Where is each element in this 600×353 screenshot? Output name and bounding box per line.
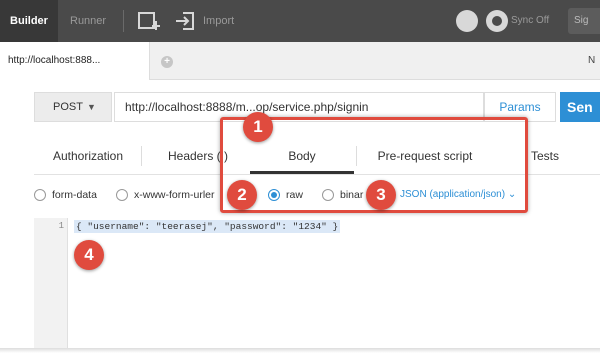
import-icon[interactable] — [175, 11, 197, 31]
sign-in-button[interactable]: Sig — [568, 8, 600, 34]
step-2-badge: 2 — [227, 180, 257, 210]
add-tab-icon[interactable]: + — [161, 56, 173, 68]
method-label: POST — [53, 101, 83, 113]
new-window-icon[interactable] — [138, 12, 160, 31]
toolbar-divider — [123, 10, 124, 32]
builder-tab[interactable]: Builder — [0, 0, 58, 42]
line-number: 1 — [58, 221, 64, 231]
runner-tab[interactable]: Runner — [70, 0, 106, 42]
step-4-badge: 4 — [74, 240, 104, 270]
tabbar-right-label[interactable]: N — [588, 55, 595, 66]
radio-urlencoded[interactable] — [116, 189, 128, 201]
step-3-badge: 3 — [366, 180, 396, 210]
send-button[interactable]: Sen — [560, 92, 600, 122]
request-tab-bar: http://localhost:888... + N — [0, 42, 600, 80]
step-1-badge: 1 — [243, 112, 273, 142]
tab-authorization[interactable]: Authorization — [40, 140, 136, 174]
code-line[interactable]: { "username": "teerasej", "password": "1… — [74, 220, 341, 233]
top-toolbar: Builder Runner Import Sync Off Sig — [0, 0, 600, 42]
line-gutter: 1 — [34, 218, 68, 348]
chevron-down-icon: ▼ — [86, 102, 96, 112]
request-tab[interactable]: http://localhost:888... — [0, 42, 150, 80]
interceptor-icon[interactable] — [456, 10, 478, 32]
import-button-label[interactable]: Import — [203, 0, 234, 42]
radio-form-data[interactable] — [34, 189, 46, 201]
sync-status[interactable]: Sync Off — [511, 0, 549, 42]
radio-urlencoded-label[interactable]: x-www-form-urler — [134, 187, 215, 203]
tab-divider — [141, 146, 142, 166]
sync-icon[interactable] — [486, 10, 508, 32]
body-editor[interactable]: 1 { "username": "teerasej", "password": … — [34, 218, 600, 348]
left-margin — [0, 218, 34, 348]
bottom-edge — [0, 348, 600, 353]
method-select[interactable]: POST ▼ — [34, 92, 112, 122]
radio-form-data-label[interactable]: form-data — [52, 187, 97, 203]
